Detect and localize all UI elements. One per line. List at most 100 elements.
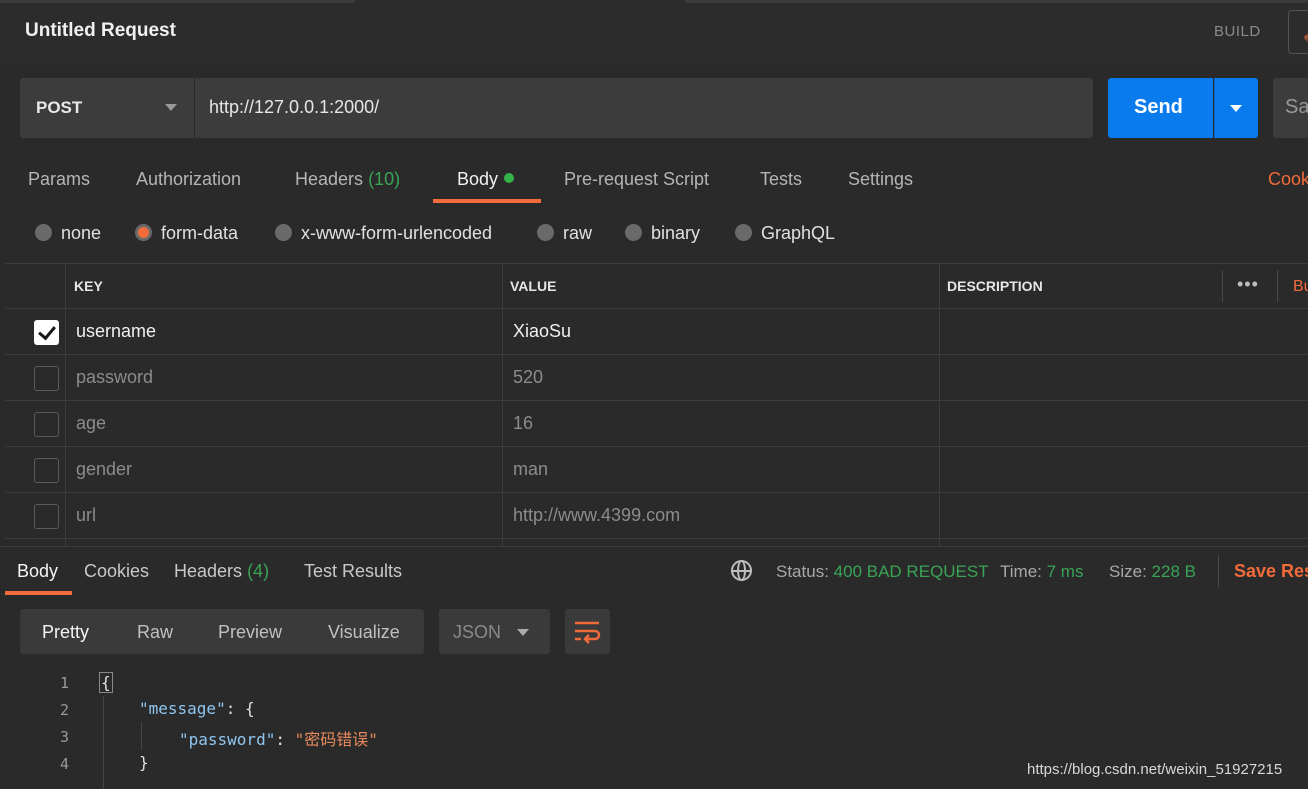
view-mode-tabs: Pretty Raw Preview Visualize — [20, 609, 424, 654]
tab-pre-request-script[interactable]: Pre-request Script — [564, 169, 709, 190]
tab-label: Pre-request Script — [564, 169, 710, 189]
send-button[interactable]: Send — [1108, 78, 1213, 138]
line-number: 4 — [60, 755, 70, 773]
param-key[interactable]: gender — [76, 459, 132, 480]
code-line: } — [139, 753, 149, 772]
view-visualize[interactable]: Visualize — [328, 622, 400, 643]
more-options-icon[interactable]: ••• — [1237, 274, 1259, 295]
status-value[interactable]: 400 BAD REQUEST — [834, 562, 989, 581]
header-divider — [1222, 270, 1223, 302]
response-tab-body[interactable]: Body — [17, 561, 58, 582]
indent-guide — [141, 722, 142, 750]
method-label: POST — [36, 98, 83, 117]
row-checkbox[interactable] — [34, 458, 59, 483]
edit-icon-button[interactable]: ✎ — [1288, 10, 1308, 54]
size-value[interactable]: 228 B — [1152, 562, 1196, 581]
tab-tests[interactable]: Tests — [760, 169, 802, 190]
response-tab-test-results[interactable]: Test Results — [304, 561, 402, 582]
view-preview[interactable]: Preview — [218, 622, 282, 643]
send-label: Send — [1134, 96, 1183, 118]
json-punct: : — [275, 730, 295, 749]
globe-icon[interactable] — [731, 560, 752, 581]
row-checkbox[interactable] — [34, 366, 59, 391]
radio-circle-icon — [35, 224, 52, 241]
method-select[interactable]: POST — [20, 78, 194, 138]
column-header-description: DESCRIPTION — [947, 278, 1043, 294]
tab-authorization[interactable]: Authorization — [136, 169, 241, 190]
table-row: url http://www.4399.com — [5, 493, 1308, 539]
chevron-down-icon — [1230, 105, 1242, 112]
line-number: 3 — [60, 728, 70, 746]
size-label: Size: — [1109, 562, 1147, 581]
tab-strip-edge — [0, 0, 355, 3]
row-checkbox[interactable] — [34, 412, 59, 437]
radio-none[interactable]: none — [35, 223, 101, 244]
tab-settings[interactable]: Settings — [848, 169, 913, 190]
param-value[interactable]: http://www.4399.com — [513, 505, 680, 526]
tab-body[interactable]: Body — [457, 169, 515, 190]
radio-label: GraphQL — [761, 223, 836, 243]
view-raw[interactable]: Raw — [137, 622, 173, 643]
param-value[interactable]: 16 — [513, 413, 533, 434]
tab-label: Tests — [760, 169, 803, 189]
tab-params[interactable]: Params — [28, 169, 90, 190]
pencil-icon: ✎ — [1303, 31, 1308, 51]
size-readout: Size: 228 B — [1109, 562, 1196, 582]
chevron-down-icon — [165, 104, 177, 111]
radio-x-www-form-urlencoded[interactable]: x-www-form-urlencoded — [275, 223, 492, 244]
wrap-lines-button[interactable] — [565, 609, 610, 654]
save-button[interactable]: Sa — [1273, 78, 1308, 138]
tab-strip-edge — [685, 0, 1308, 3]
param-key[interactable]: url — [76, 505, 96, 526]
table-header: KEY VALUE DESCRIPTION ••• Bu — [5, 263, 1308, 309]
row-checkbox[interactable] — [34, 320, 59, 345]
wrap-lines-icon — [575, 621, 601, 644]
line-number: 2 — [60, 701, 70, 719]
indent-guide — [103, 696, 104, 789]
row-checkbox[interactable] — [34, 504, 59, 529]
radio-label: form-data — [161, 223, 239, 243]
status-dot-icon — [504, 173, 515, 183]
radio-form-data[interactable]: form-data — [135, 223, 238, 244]
view-pretty[interactable]: Pretty — [42, 622, 89, 643]
param-value[interactable]: man — [513, 459, 548, 480]
radio-graphql[interactable]: GraphQL — [735, 223, 835, 244]
line-number: 1 — [60, 674, 70, 692]
param-value[interactable]: 520 — [513, 367, 543, 388]
radio-circle-icon — [135, 224, 152, 241]
param-key[interactable]: username — [76, 321, 156, 342]
divider — [1218, 555, 1219, 587]
save-label: Sa — [1285, 96, 1308, 118]
param-value[interactable]: XiaoSu — [513, 321, 571, 342]
active-tab-indicator — [433, 199, 541, 203]
url-text: http://127.0.0.1:2000/ — [209, 97, 380, 117]
param-key[interactable]: age — [76, 413, 106, 434]
json-punct: } — [139, 753, 149, 772]
radio-circle-icon — [537, 224, 554, 241]
time-value[interactable]: 7 ms — [1047, 562, 1084, 581]
column-header-key: KEY — [74, 278, 103, 294]
radio-raw[interactable]: raw — [537, 223, 592, 244]
response-tab-cookies[interactable]: Cookies — [84, 561, 149, 582]
json-punct: : { — [225, 699, 255, 718]
send-options-button[interactable] — [1214, 78, 1258, 138]
tab-label: Headers — [295, 169, 364, 189]
language-select[interactable]: JSON — [439, 609, 550, 654]
status-label: Status: — [776, 562, 829, 581]
radio-circle-icon — [625, 224, 642, 241]
tab-label: Settings — [848, 169, 914, 189]
matched-brace: { — [99, 672, 113, 693]
tab-headers[interactable]: Headers (10) — [295, 169, 400, 190]
param-key[interactable]: password — [76, 367, 153, 388]
radio-binary[interactable]: binary — [625, 223, 700, 244]
request-title[interactable]: Untitled Request — [25, 20, 176, 42]
cookies-link[interactable]: Cook — [1268, 169, 1308, 190]
bulk-edit-link[interactable]: Bu — [1293, 278, 1308, 296]
radio-label: binary — [651, 223, 701, 243]
save-response-button[interactable]: Save Res — [1234, 561, 1308, 582]
response-tab-headers[interactable]: Headers (4) — [174, 561, 269, 582]
tab-label: Headers — [174, 561, 243, 581]
tab-label: Authorization — [136, 169, 242, 189]
url-input[interactable]: http://127.0.0.1:2000/ — [195, 78, 1093, 138]
build-mode-label[interactable]: BUILD — [1214, 23, 1261, 40]
